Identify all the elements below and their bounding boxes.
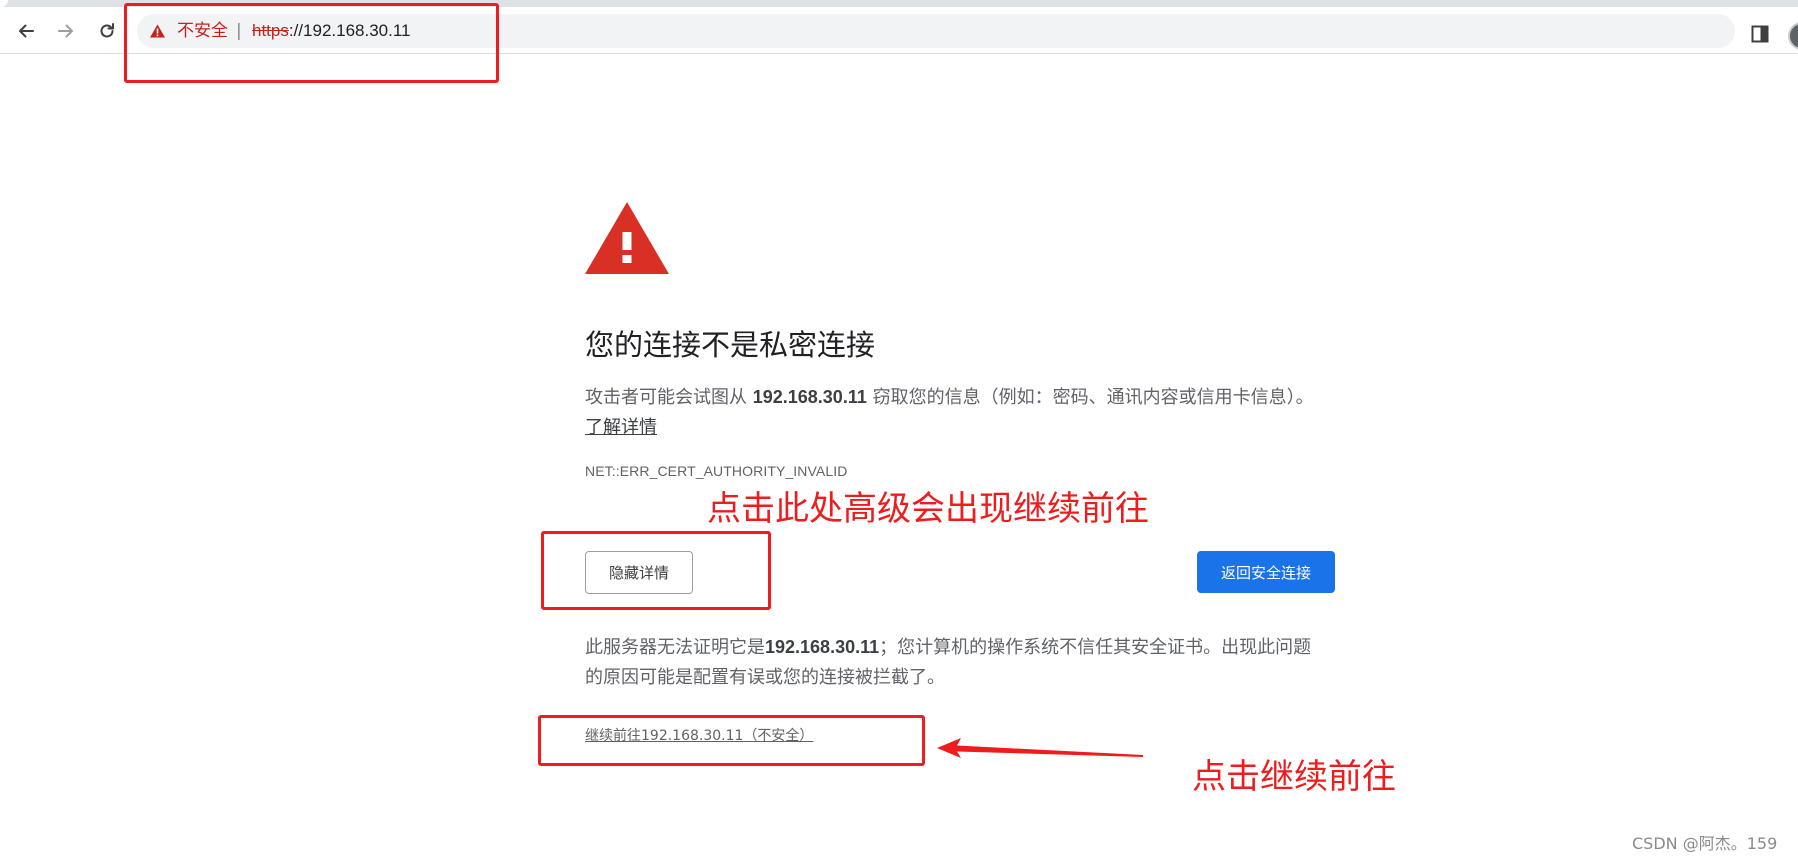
description-host: 192.168.30.11 [752, 387, 867, 407]
annotation-arrow-icon [937, 738, 1143, 758]
avatar-icon[interactable] [1788, 22, 1798, 50]
error-code[interactable]: NET::ERR_CERT_AUTHORITY_INVALID [585, 463, 847, 479]
arrow-left-icon [19, 24, 34, 38]
description-suffix: 窃取您的信息（例如：密码、通讯内容或信用卡信息）。 [872, 387, 1314, 408]
learn-more-link[interactable]: 了解详情 [585, 417, 657, 438]
watermark: CSDN @阿杰。159 [1632, 834, 1778, 853]
details-host: 192.168.30.11 [765, 637, 880, 657]
details-prefix: 此服务器无法证明它是 [585, 637, 765, 658]
reload-icon [100, 23, 114, 38]
annotation-box-details [541, 531, 771, 610]
annotation-advanced-hint: 点击此处高级会出现继续前往 [707, 489, 1149, 529]
back-to-safety-button[interactable]: 返回安全连接 [1197, 551, 1335, 593]
forward-button[interactable] [53, 18, 79, 44]
details-explanation: 此服务器无法证明它是192.168.30.11；您计算机的操作系统不信任其安全证… [585, 632, 1325, 693]
back-button[interactable] [13, 18, 39, 44]
page-title: 您的连接不是私密连接 [585, 328, 876, 362]
description-prefix: 攻击者可能会试图从 [585, 387, 747, 408]
danger-warning-icon [585, 202, 669, 274]
annotation-box-address [124, 3, 499, 83]
side-panel-icon[interactable] [1751, 25, 1769, 43]
page: 不安全 | https://192.168.30.11 您的连接不是私密连接 攻… [0, 0, 1798, 860]
annotation-proceed-hint: 点击继续前往 [1192, 757, 1396, 797]
reload-button[interactable] [94, 18, 120, 44]
attack-description: 攻击者可能会试图从 192.168.30.11 窃取您的信息（例如：密码、通讯内… [585, 382, 1325, 443]
arrow-right-icon [58, 24, 73, 38]
annotation-box-proceed [538, 715, 925, 766]
